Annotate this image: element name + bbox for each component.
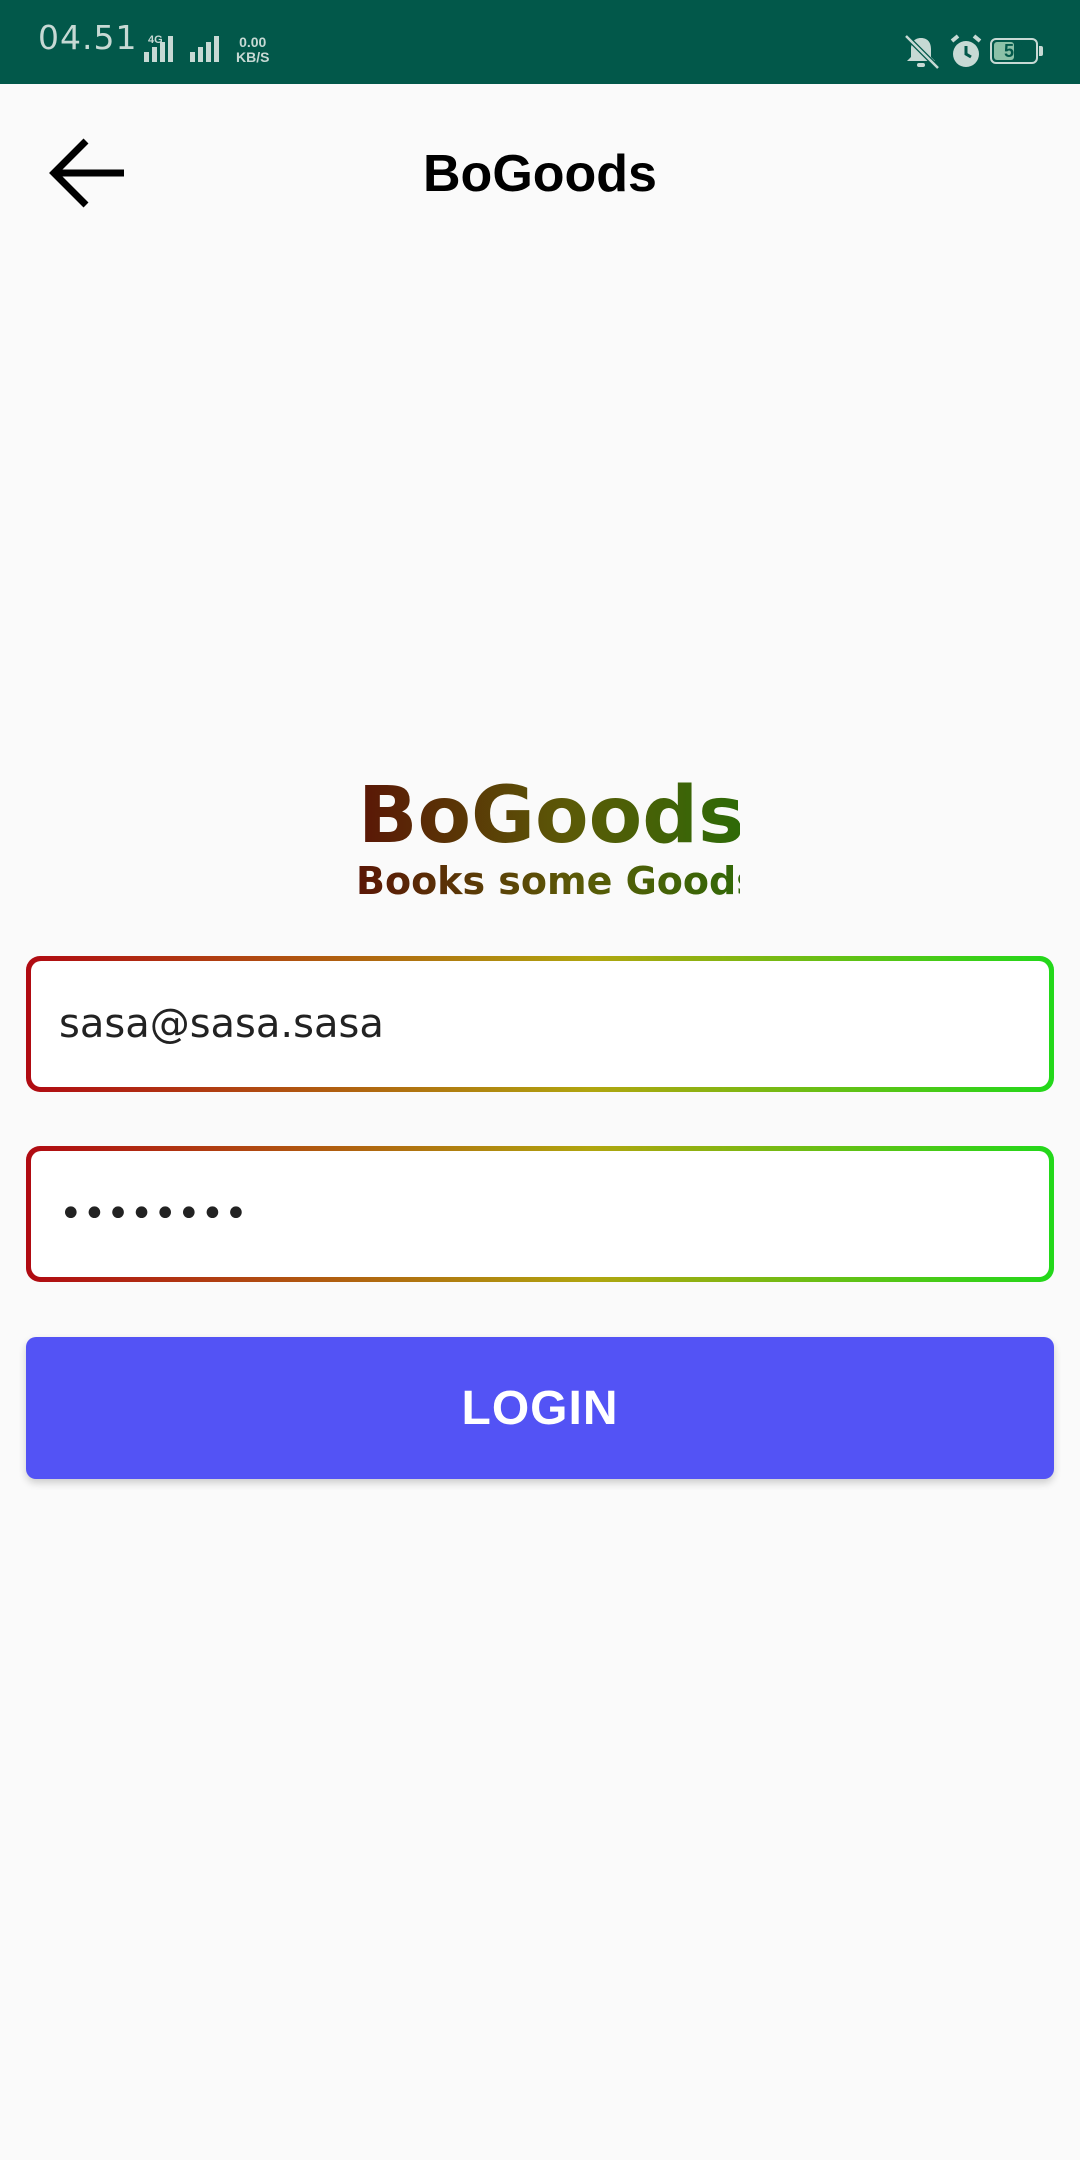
page-title: BoGoods [423, 145, 657, 203]
logo-title: BoGoods [358, 771, 740, 861]
login-button[interactable]: LOGIN [26, 1337, 1054, 1479]
speed-value: 0.00 [239, 34, 267, 50]
app-bar: BoGoods [0, 84, 1080, 270]
signal-icon [190, 36, 219, 62]
logo: BoGoods Books some Goods [356, 771, 740, 903]
network-type: 4G [148, 34, 163, 46]
speed-unit: KB/S [236, 49, 270, 65]
mute-icon [904, 34, 940, 70]
password-field-border [26, 1146, 1054, 1282]
email-field-border [26, 956, 1054, 1092]
battery-level: 50 [1003, 41, 1025, 61]
status-bar: 04.51 4G 0.00 KB/S 50 [0, 0, 1080, 84]
network-speed: 0.00 KB/S [236, 35, 269, 65]
email-field[interactable] [31, 961, 1049, 1087]
status-time: 04.51 [38, 18, 138, 57]
logo-tagline: Books some Goods [356, 859, 740, 903]
battery-icon: 50 [990, 38, 1043, 64]
password-field[interactable] [31, 1151, 1049, 1277]
alarm-icon [950, 34, 982, 67]
